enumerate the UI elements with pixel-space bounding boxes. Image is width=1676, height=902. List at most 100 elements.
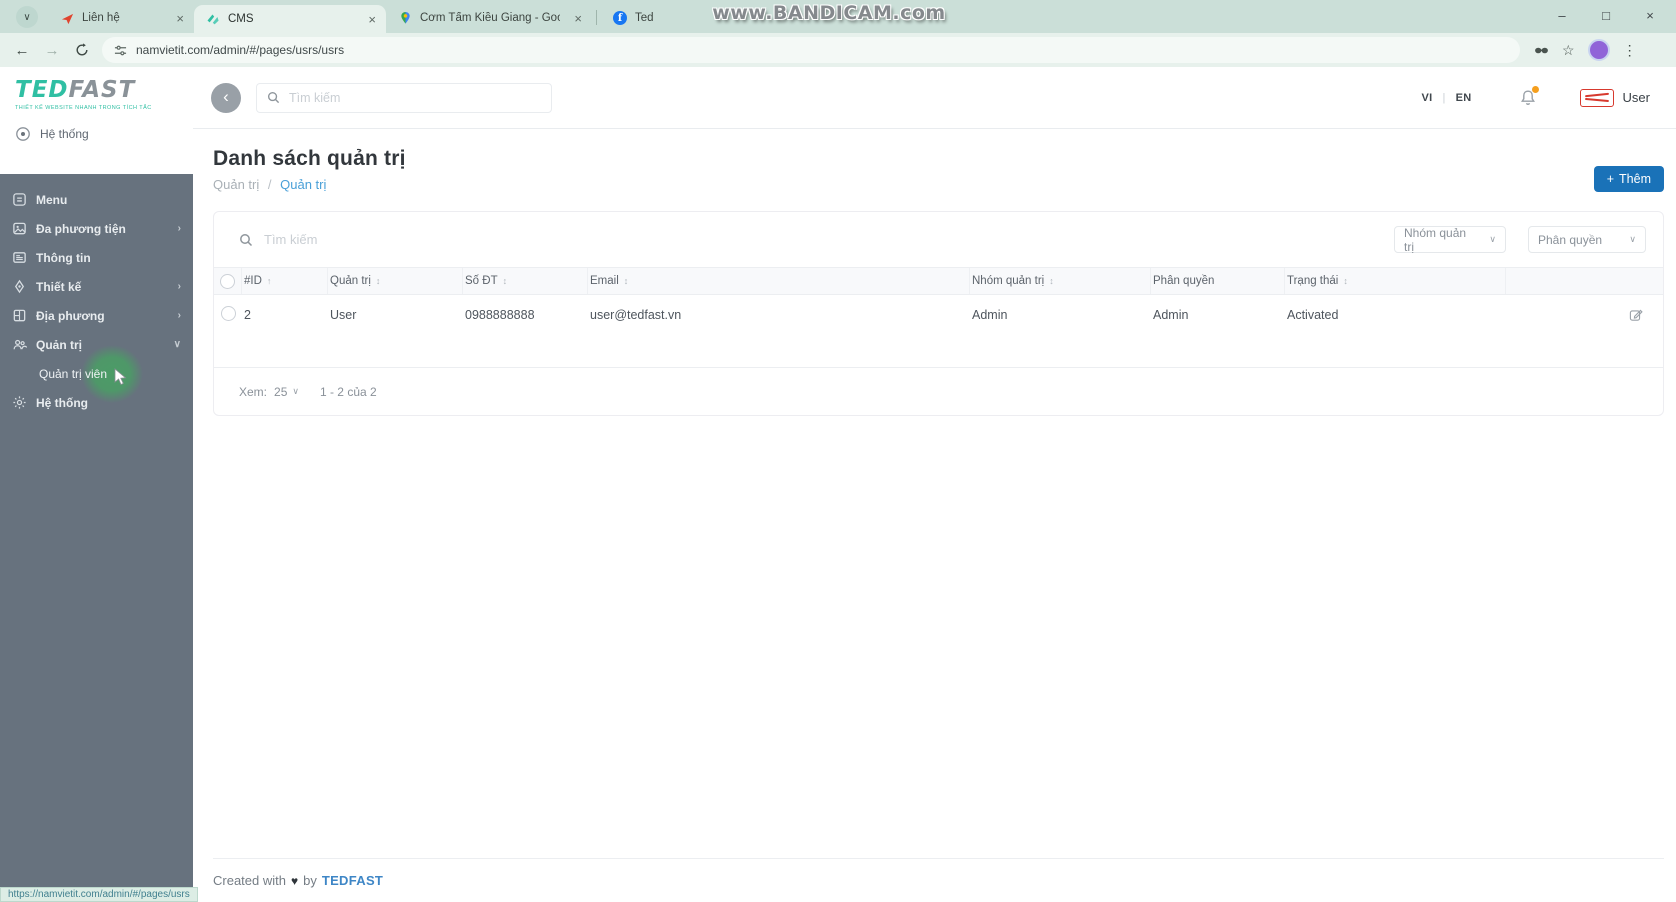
sort-icon[interactable]: ↕: [376, 276, 381, 286]
app-topbar: ‹ VI | EN User: [193, 67, 1676, 129]
app-shell: TEDFAST THIẾT KẾ WEBSITE NHANH TRONG TÍC…: [0, 67, 1676, 902]
cell-phone: 0988888888: [465, 308, 535, 322]
status-bar-link-preview: https://namvietit.com/admin/#/pages/usrs: [0, 887, 198, 902]
users-icon: [12, 337, 27, 352]
chevron-down-icon: ∨: [173, 339, 181, 350]
cell-status: Activated: [1287, 308, 1339, 322]
app-footer: Created with ♥ by TEDFAST: [213, 858, 1664, 902]
sort-icon[interactable]: ↕: [1343, 276, 1348, 286]
cell-email: user@tedfast.vn: [590, 308, 682, 322]
column-header-phone[interactable]: Số ĐT ↕: [463, 268, 588, 294]
browser-profile-avatar[interactable]: [1587, 39, 1610, 61]
chevron-right-icon: ›: [177, 223, 181, 234]
sort-asc-icon[interactable]: ↑: [267, 276, 272, 286]
sort-icon[interactable]: ↕: [624, 276, 629, 286]
browser-menu-icon[interactable]: ⋮: [1623, 42, 1637, 59]
sidebar-item-admin[interactable]: Quản trị ∨: [0, 330, 193, 359]
chevron-down-icon: ∨: [1629, 234, 1636, 244]
cms-favicon: [206, 12, 220, 26]
tab-list-button[interactable]: ∨: [16, 6, 38, 28]
layout-icon: [12, 308, 27, 323]
global-search[interactable]: [256, 82, 552, 113]
pagination-range: 1 - 2 của 2: [319, 384, 377, 399]
row-checkbox[interactable]: [220, 306, 236, 321]
close-icon[interactable]: ×: [176, 12, 184, 25]
back-icon[interactable]: ←: [8, 37, 36, 63]
sidebar-item-region[interactable]: Địa phương ›: [0, 301, 193, 330]
page-size-select[interactable]: 25 ∨: [274, 385, 299, 399]
admin-table-card: Nhóm quản trị ∨ Phân quyền ∨ #ID↑ Quản t…: [213, 211, 1664, 416]
sort-icon[interactable]: ↕: [1049, 276, 1054, 286]
lang-en[interactable]: EN: [1456, 92, 1472, 104]
browser-tab-strip: ∨ Liên hệ × CMS × Cơm Tấm Kiều Giang - G…: [0, 0, 1676, 33]
table-search-input[interactable]: [264, 232, 584, 247]
sort-icon[interactable]: ↕: [503, 276, 508, 286]
add-button[interactable]: + Thêm: [1593, 166, 1664, 192]
window-close-button[interactable]: ×: [1628, 8, 1672, 23]
minimize-button[interactable]: –: [1540, 8, 1584, 23]
select-all-checkbox[interactable]: [220, 273, 235, 289]
sidebar-item-menu[interactable]: Menu: [0, 185, 193, 214]
collapse-sidebar-button[interactable]: ‹: [211, 82, 241, 113]
page-header: Danh sách quản trị Quản trị / Quản trị +…: [193, 129, 1676, 192]
url-text[interactable]: namvietit.com/admin/#/pages/usrs/usrs: [136, 43, 344, 57]
tedfast-logo[interactable]: TEDFAST: [15, 79, 193, 102]
site-info-icon[interactable]: [114, 44, 127, 57]
column-header-id[interactable]: #ID ↑: [242, 268, 328, 294]
sidebar-item-media[interactable]: Đa phương tiện ›: [0, 214, 193, 243]
table-filter-bar: Nhóm quản trị ∨ Phân quyền ∨: [214, 212, 1663, 267]
breadcrumb-parent[interactable]: Quản trị: [213, 177, 259, 192]
address-bar[interactable]: namvietit.com/admin/#/pages/usrs/usrs: [102, 37, 1520, 63]
workspace-selector[interactable]: Hệ thống: [15, 126, 193, 142]
facebook-favicon: f: [613, 11, 627, 25]
browser-tab-cms[interactable]: CMS ×: [194, 5, 386, 33]
browser-tab-google[interactable]: Cơm Tấm Kiều Giang - Googl ×: [386, 3, 592, 33]
global-search-input[interactable]: [289, 90, 541, 105]
edit-icon[interactable]: [1629, 308, 1643, 367]
column-header-role[interactable]: Phân quyền: [1151, 268, 1285, 294]
footer-brand-link[interactable]: TEDFAST: [322, 873, 383, 888]
google-maps-pin-favicon: [398, 11, 412, 25]
table-row[interactable]: 2 User 0988888888 user@tedfast.vn Admin …: [214, 295, 1663, 367]
column-header-status[interactable]: Trạng thái ↕: [1285, 268, 1506, 294]
menu-icon: [12, 192, 27, 207]
red-site-favicon: [60, 11, 74, 25]
notifications-bell-icon[interactable]: [1518, 84, 1540, 108]
sidebar-menu: Menu Đa phương tiện › Thông tin Thiết kế…: [0, 174, 193, 902]
column-header-email[interactable]: Email ↕: [588, 268, 970, 294]
bookmark-star-icon[interactable]: ☆: [1562, 42, 1575, 59]
role-filter-dropdown[interactable]: Phân quyền ∨: [1528, 226, 1646, 253]
column-header-group[interactable]: Nhóm quản trị ↕: [970, 268, 1151, 294]
workspace-label: Hệ thống: [40, 127, 89, 141]
logo-tagline: THIẾT KẾ WEBSITE NHANH TRONG TÍCH TẮC: [15, 105, 152, 111]
breadcrumb-current[interactable]: Quản trị: [280, 177, 326, 192]
heart-icon: ♥: [290, 873, 299, 888]
close-icon[interactable]: ×: [368, 13, 376, 26]
browser-extension-icon[interactable]: [1534, 44, 1549, 57]
search-icon: [267, 91, 280, 104]
table-search[interactable]: [239, 232, 1394, 247]
sidebar-item-design[interactable]: Thiết kế ›: [0, 272, 193, 301]
reload-icon[interactable]: [68, 37, 96, 63]
news-icon: [12, 250, 27, 265]
gear-icon: [12, 395, 27, 410]
table-header-row: #ID ↑ Quản trị ↕ Số ĐT ↕ Email ↕ Nhóm quản t…: [214, 267, 1663, 295]
browser-tab-lienhe[interactable]: Liên hệ ×: [48, 3, 194, 33]
cell-group: Admin: [972, 308, 1008, 322]
cell-name: User: [330, 308, 357, 322]
sidebar: TEDFAST THIẾT KẾ WEBSITE NHANH TRONG TÍC…: [0, 67, 193, 902]
column-header-name[interactable]: Quản trị ↕: [328, 268, 463, 294]
lang-vi[interactable]: VI: [1421, 92, 1432, 104]
sidebar-item-info[interactable]: Thông tin: [0, 243, 193, 272]
group-filter-dropdown[interactable]: Nhóm quản trị ∨: [1394, 226, 1506, 254]
forward-icon[interactable]: →: [38, 37, 66, 63]
user-menu[interactable]: User: [1623, 90, 1650, 105]
sidebar-item-system[interactable]: Hệ thống: [0, 388, 193, 417]
browser-toolbar: ← → namvietit.com/admin/#/pages/usrs/usr…: [0, 33, 1676, 67]
sidebar-item-admin-users[interactable]: Quản trị viên: [0, 359, 193, 388]
mouse-cursor-icon: [112, 368, 128, 386]
maximize-button[interactable]: □: [1584, 8, 1628, 23]
close-icon[interactable]: ×: [574, 12, 582, 25]
user-avatar-image[interactable]: [1579, 88, 1614, 107]
pen-tool-icon: [12, 279, 27, 294]
